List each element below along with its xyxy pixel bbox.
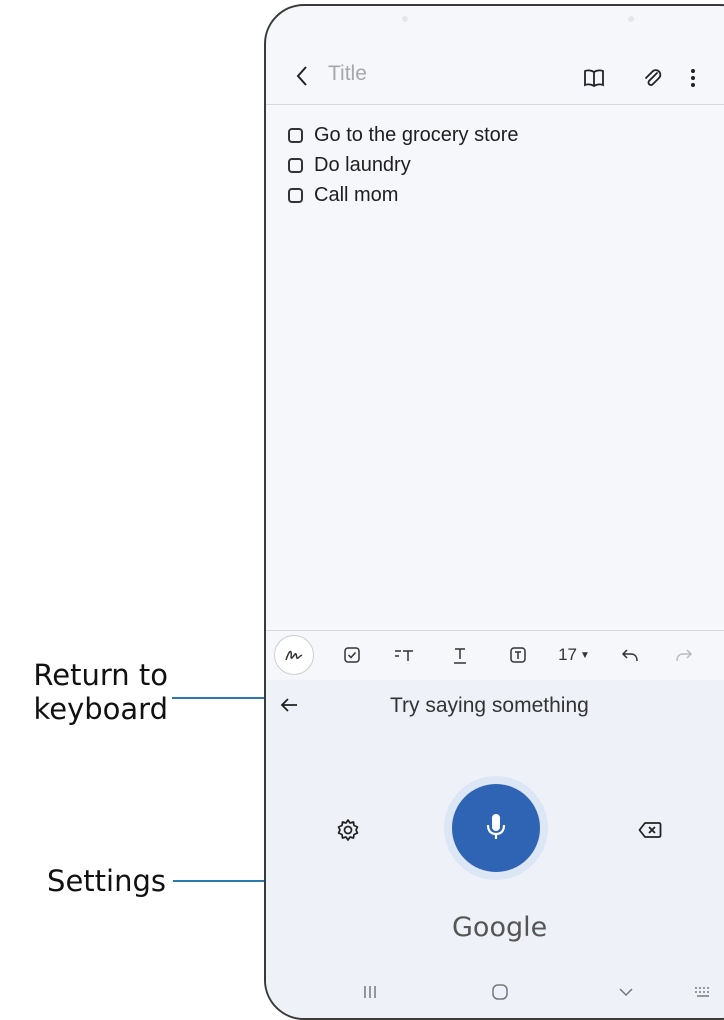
gear-icon <box>337 819 359 841</box>
checklist-item[interactable]: Do laundry <box>288 150 519 180</box>
backspace-icon <box>638 822 662 838</box>
formatting-toolbar: 17 ▼ <box>266 631 724 679</box>
voice-hint-text: Try saying something <box>390 694 589 717</box>
paragraph-style-button[interactable] <box>384 631 424 679</box>
redo-icon <box>676 649 693 662</box>
google-logo: Google <box>452 912 548 943</box>
hide-keyboard-button[interactable] <box>606 963 646 1018</box>
chevron-down-icon <box>619 988 633 997</box>
callout-return-to-keyboard: Return to keyboard <box>33 658 168 726</box>
recents-icon <box>364 986 376 998</box>
backspace-button[interactable] <box>630 814 670 846</box>
checklist: Go to the grocery store Do laundry Call … <box>288 120 519 210</box>
chevron-down-icon: ▼ <box>580 649 590 661</box>
settings-button[interactable] <box>332 814 364 846</box>
checkbox-icon <box>344 647 360 663</box>
handwriting-button[interactable] <box>272 631 316 679</box>
checkbox[interactable] <box>288 157 303 173</box>
undo-button[interactable] <box>612 631 648 679</box>
attach-button[interactable] <box>634 60 670 96</box>
more-icon <box>691 69 695 87</box>
sensor-dot <box>628 16 634 22</box>
checklist-item-text: Do laundry <box>314 153 411 176</box>
arrow-left-icon <box>280 698 297 712</box>
recents-button[interactable] <box>350 963 390 1018</box>
title-input[interactable]: Title <box>328 62 367 86</box>
checklist-item-text: Call mom <box>314 183 399 206</box>
keyboard-switch-button[interactable] <box>686 963 720 1018</box>
checkbox[interactable] <box>288 187 303 203</box>
book-icon <box>584 69 604 88</box>
checklist-item[interactable]: Call mom <box>288 180 519 210</box>
reading-mode-button[interactable] <box>576 60 612 96</box>
text-format-button[interactable] <box>442 631 478 679</box>
checklist-item[interactable]: Go to the grocery store <box>288 120 519 150</box>
sensor-dot <box>402 16 408 22</box>
phone-frame: Title Go to the grocery store Do laundry… <box>264 4 724 1020</box>
more-options-button[interactable] <box>678 60 708 96</box>
back-icon <box>296 66 307 86</box>
text-format-icon <box>454 648 466 664</box>
voice-input-panel: Try saying something Google <box>266 680 724 963</box>
checklist-item-text: Go to the grocery store <box>314 123 519 146</box>
text-style-icon <box>395 650 413 661</box>
attach-icon <box>645 69 662 86</box>
checkbox[interactable] <box>288 127 303 143</box>
home-button[interactable] <box>480 963 520 1018</box>
undo-icon <box>621 649 638 662</box>
return-to-keyboard-button[interactable] <box>272 688 306 722</box>
mic-icon <box>486 814 506 839</box>
text-box-button[interactable] <box>500 631 536 679</box>
mic-button[interactable] <box>452 784 540 872</box>
redo-button[interactable] <box>666 631 702 679</box>
back-button[interactable] <box>284 58 320 94</box>
handwriting-icon <box>285 650 303 661</box>
home-icon <box>492 984 508 1000</box>
callout-settings: Settings <box>47 864 166 898</box>
callout-line-return <box>172 697 272 699</box>
checkbox-tool-button[interactable] <box>334 631 370 679</box>
font-size-value: 17 <box>558 645 577 664</box>
navigation-bar <box>266 963 724 1018</box>
header-divider <box>266 104 724 105</box>
keyboard-icon <box>695 987 709 997</box>
text-box-icon <box>510 647 526 663</box>
font-size-selector[interactable]: 17 ▼ <box>550 631 598 679</box>
mic-ring <box>444 776 548 880</box>
